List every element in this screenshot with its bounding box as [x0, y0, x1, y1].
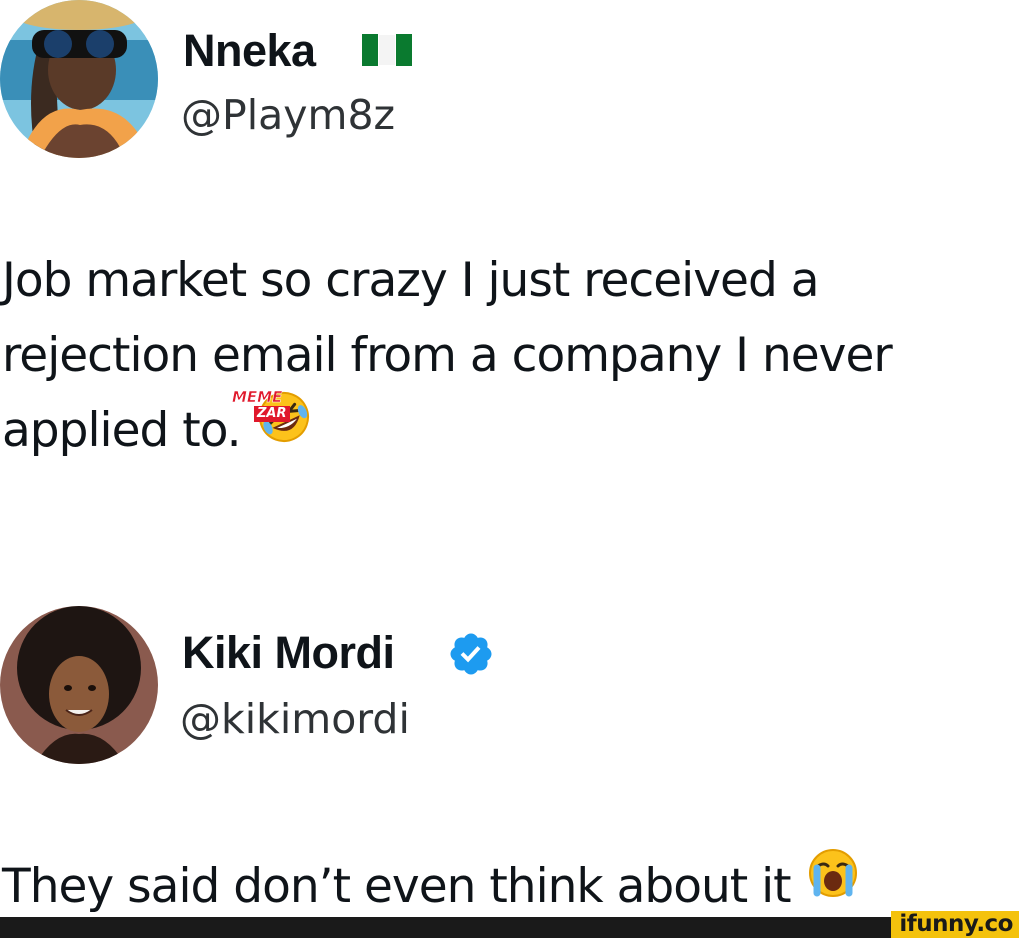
avatar-kiki-mordi[interactable]: [0, 606, 158, 764]
tweet-line-last: They said don’t even think about it: [2, 849, 1017, 924]
author-name[interactable]: Nneka: [183, 28, 316, 73]
loudly-crying-emoji-icon: [807, 846, 859, 921]
avatar-photo: [0, 606, 158, 764]
tweet-line-last: applied to.: [2, 391, 1017, 468]
footer-bar: [0, 917, 1019, 938]
memezar-watermark: MEME ZAR: [232, 388, 294, 426]
watermark-box: ZAR: [254, 406, 290, 422]
tweet-text: Job market so crazy I just received a re…: [2, 243, 1017, 468]
tweet-text: They said don’t even think about it: [2, 849, 1017, 924]
author-handle[interactable]: @kikimordi: [180, 699, 410, 740]
tweet-line: rejection email from a company I never: [2, 328, 893, 383]
tweet-line-text: They said don’t even think about it: [2, 859, 792, 914]
avatar-photo: [0, 0, 158, 158]
author-handle[interactable]: @Playm8z: [181, 95, 395, 136]
watermark-top: MEME: [232, 388, 283, 407]
nigeria-flag-icon: [360, 32, 414, 68]
tweet-line-text: applied to.: [2, 403, 242, 458]
verified-badge-icon: [450, 633, 492, 675]
author-name[interactable]: Kiki Mordi: [182, 630, 395, 675]
ifunny-logo[interactable]: ifunny.co: [891, 911, 1019, 938]
tweet-line: Job market so crazy I just received a: [2, 253, 820, 308]
avatar-nneka[interactable]: [0, 0, 158, 158]
